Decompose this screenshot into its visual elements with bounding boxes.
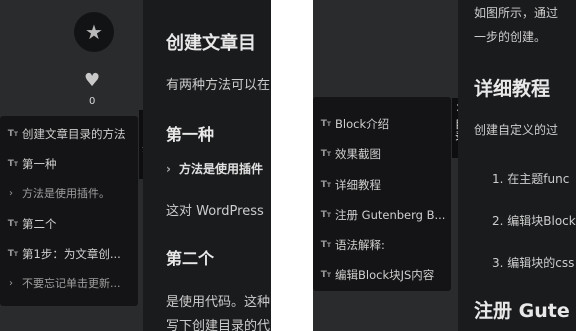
step-1: 1. 在主题func xyxy=(492,172,570,186)
left-sidebar: ★ ♥ 0 TT 创建文章目录的方法 TT 第一种 › 方法是使用插件。 TT … xyxy=(0,0,156,331)
heading-icon: TT xyxy=(320,148,331,159)
section-heading-1: 详细教程 xyxy=(474,78,551,100)
heading-icon: TT xyxy=(320,239,331,250)
right-sidebar: TT Block介绍 TT 效果截图 TT 详细教程 TT 注册 Gutenbe… xyxy=(313,0,469,331)
toc-panel: TT 创建文章目录的方法 TT 第一种 › 方法是使用插件。 TT 第二个 TT… xyxy=(0,116,138,306)
heart-icon[interactable]: ♥ xyxy=(84,72,100,90)
paragraph-3: 写下创建目录的代 xyxy=(166,319,271,331)
panel-gutter xyxy=(271,0,313,331)
toc-item-label: 详细教程 xyxy=(335,178,381,192)
section-heading-1: 第一种 xyxy=(166,125,215,144)
toc-item-label: 创建文章目录的方法 xyxy=(22,127,126,141)
star-icon: ★ xyxy=(85,20,103,44)
right-article: 如图所示，通过 一步的创建。 详细教程 创建自定义的过 1. 在主题func 2… xyxy=(458,0,576,331)
toc-item-label: 编辑Block块JS内容 xyxy=(335,268,435,282)
toc-item-label: 第二个 xyxy=(22,217,57,231)
right-screenshot-panel: TT Block介绍 TT 效果截图 TT 详细教程 TT 注册 Gutenbe… xyxy=(313,0,576,331)
toc-item-1[interactable]: TT 创建文章目录的方法 xyxy=(0,124,126,144)
toc-item-1[interactable]: TT Block介绍 xyxy=(313,114,389,134)
step-3: 3. 编辑块的css xyxy=(492,256,575,270)
toc-panel: TT Block介绍 TT 效果截图 TT 详细教程 TT 注册 Gutenbe… xyxy=(313,97,451,291)
favorite-button[interactable]: ★ xyxy=(74,12,114,52)
toc-item-2[interactable]: TT 第一种 xyxy=(0,154,57,174)
heading-icon: TT xyxy=(320,118,331,129)
heading-icon: TT xyxy=(320,179,331,190)
toc-item-label: 效果截图 xyxy=(335,147,381,161)
paragraph-1: 创建自定义的过 xyxy=(474,123,559,137)
toc-item-label: 语法解释: xyxy=(335,238,385,252)
bullet-item: › 方法是使用插件 xyxy=(166,160,263,177)
toc-item-3[interactable]: TT 详细教程 xyxy=(313,175,381,195)
chevron-right-icon: › xyxy=(9,278,13,289)
toc-item-5[interactable]: TT 语法解释: xyxy=(313,235,385,255)
toc-item-label: 不要忘记单击更新... xyxy=(22,277,121,290)
left-screenshot-panel: ★ ♥ 0 TT 创建文章目录的方法 TT 第一种 › 方法是使用插件。 TT … xyxy=(0,0,271,331)
like-count: 0 xyxy=(89,96,96,107)
toc-item-4[interactable]: TT 注册 Gutenberg B... xyxy=(313,205,446,225)
toc-item-6[interactable]: › 不要忘记单击更新... xyxy=(0,274,121,294)
article-intro: 有两种方法可以在 xyxy=(166,78,271,93)
toc-item-label: 第1步：为文章创... xyxy=(22,247,121,261)
toc-item-label: Block介绍 xyxy=(335,117,390,131)
toc-item-label: 方法是使用插件。 xyxy=(22,187,110,200)
heading-icon: TT xyxy=(320,269,331,280)
heading-icon: TT xyxy=(7,248,18,259)
toc-item-5[interactable]: TT 第1步：为文章创... xyxy=(0,244,121,264)
chevron-right-icon: › xyxy=(9,188,13,199)
heading-icon: TT xyxy=(7,218,18,229)
toc-item-3[interactable]: › 方法是使用插件。 xyxy=(0,184,110,204)
step-2: 2. 编辑块Block xyxy=(492,214,576,228)
section-heading-2: 第二个 xyxy=(166,249,215,268)
heading-icon: TT xyxy=(320,209,331,220)
paragraph-1: 这对 WordPress xyxy=(166,204,264,219)
toc-item-4[interactable]: TT 第二个 xyxy=(0,214,57,234)
paragraph-line-1: 如图所示，通过 xyxy=(474,6,559,20)
toc-item-2[interactable]: TT 效果截图 xyxy=(313,144,381,164)
section-heading-2: 注册 Gute xyxy=(474,300,570,322)
heading-icon: TT xyxy=(7,158,18,169)
toc-item-6[interactable]: TT 编辑Block块JS内容 xyxy=(313,265,435,285)
bullet-text: 方法是使用插件 xyxy=(178,162,263,176)
paragraph-line-2: 一步的创建。 xyxy=(474,30,547,44)
toc-item-label: 第一种 xyxy=(22,157,57,171)
chevron-right-icon: › xyxy=(166,162,171,176)
paragraph-2: 是使用代码。这种 xyxy=(166,295,271,310)
article-title: 创建文章目 xyxy=(166,33,256,54)
left-article: 创建文章目 有两种方法可以在 第一种 › 方法是使用插件 这对 WordPress… xyxy=(143,0,271,331)
toc-item-label: 注册 Gutenberg B... xyxy=(335,208,446,222)
heading-icon: TT xyxy=(7,128,18,139)
